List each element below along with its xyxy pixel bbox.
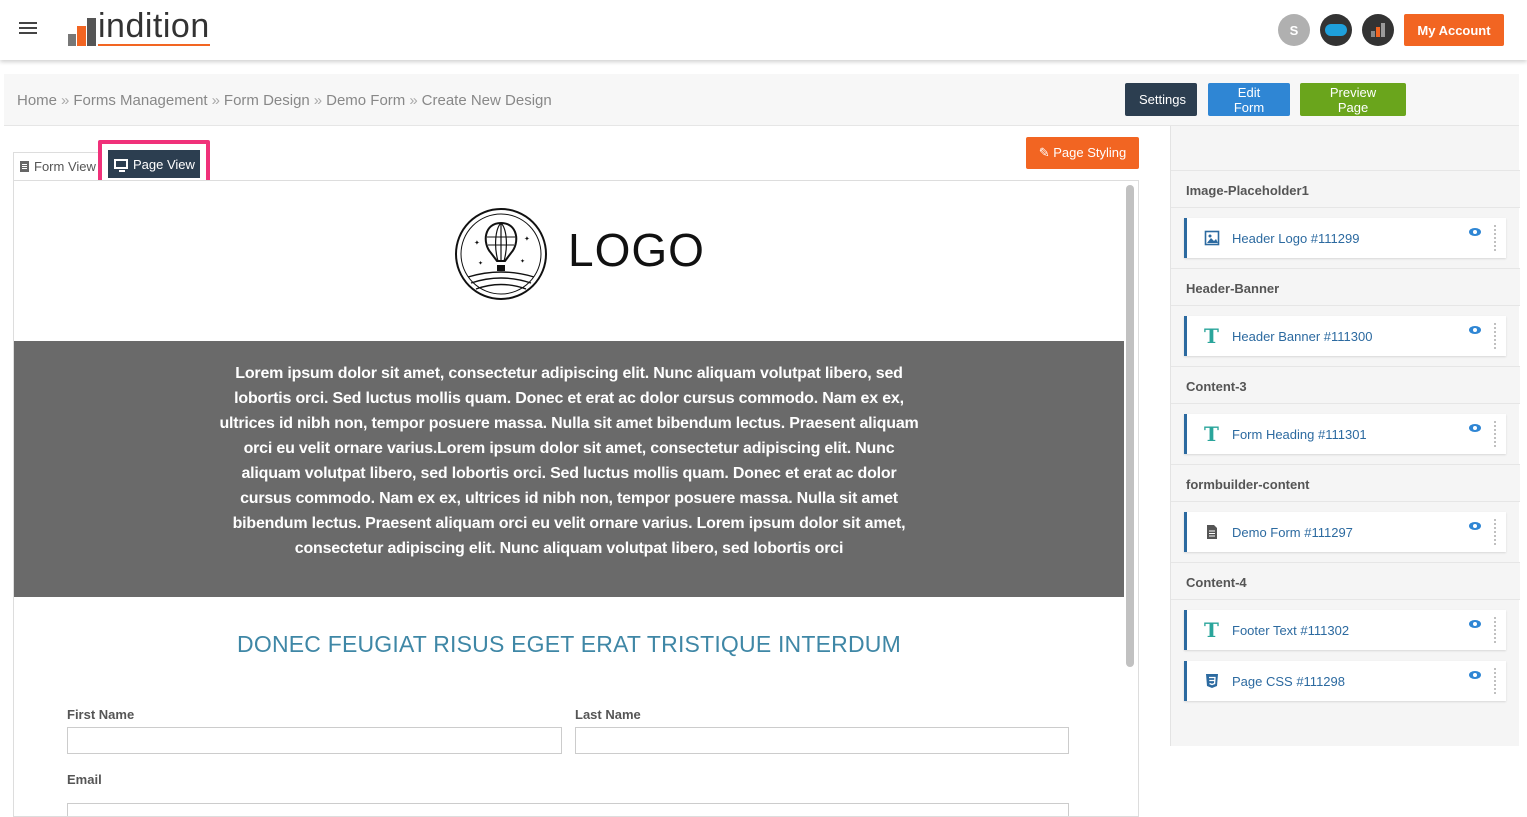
sidebar-item-form-heading[interactable]: T Form Heading #111301 [1184, 414, 1506, 454]
header-logo-block[interactable]: ✦ ✦ ✦ ✦ LOGO [14, 181, 1124, 341]
sidebar-item-header-banner[interactable]: T Header Banner #111300 [1184, 316, 1506, 356]
image-icon [1204, 230, 1220, 246]
preview-scrollbar[interactable] [1126, 185, 1134, 667]
monitor-icon [114, 159, 128, 172]
text-icon: T [1204, 422, 1219, 446]
sidebar-item-footer-text[interactable]: T Footer Text #111302 [1184, 610, 1506, 650]
banner-text: Lorem ipsum dolor sit amet, consectetur … [219, 365, 919, 557]
page-preview-canvas[interactable]: ✦ ✦ ✦ ✦ LOGO Lorem ipsum dolor sit amet,… [13, 180, 1139, 817]
svg-text:✦: ✦ [520, 258, 525, 265]
svg-text:✦: ✦ [478, 260, 483, 267]
css3-icon [1206, 674, 1218, 688]
hamburger-menu-icon[interactable] [19, 22, 37, 36]
svg-text:✦: ✦ [524, 235, 530, 243]
email-input[interactable] [67, 803, 1069, 816]
group-content-4: Content-4 [1171, 562, 1520, 600]
eye-icon[interactable] [1469, 326, 1481, 334]
design-workspace: Form View Page View ✎ Page Styling ✦ ✦ ✦… [4, 126, 1139, 817]
sidebar-item-demo-form[interactable]: Demo Form #111297 [1184, 512, 1506, 552]
eye-icon[interactable] [1469, 671, 1481, 679]
drag-handle-icon[interactable] [1493, 224, 1497, 252]
breadcrumb-bar: Home» Forms Management» Form Design» Demo F… [4, 74, 1519, 126]
group-header-banner: Header-Banner [1171, 268, 1520, 306]
eye-icon[interactable] [1469, 424, 1481, 432]
edit-form-button[interactable]: Edit Form [1208, 83, 1290, 116]
text-icon: T [1204, 324, 1219, 348]
last-name-label: Last Name [575, 707, 641, 722]
eye-icon[interactable] [1469, 228, 1481, 236]
brand-logo[interactable]: indition [68, 7, 210, 46]
tab-form-view[interactable]: Form View [13, 152, 101, 180]
first-name-input[interactable] [67, 727, 562, 754]
brand-name: indition [98, 7, 210, 46]
last-name-input[interactable] [575, 727, 1069, 754]
svg-text:✦: ✦ [474, 239, 480, 247]
header-banner-block[interactable]: Lorem ipsum dolor sit amet, consectetur … [14, 341, 1124, 597]
sidebar-item-page-css[interactable]: Page CSS #111298 [1184, 661, 1506, 701]
breadcrumb-home[interactable]: Home [17, 92, 57, 109]
document-icon [20, 161, 29, 172]
email-label: Email [67, 772, 102, 787]
group-formbuilder-content: formbuilder-content [1171, 464, 1520, 502]
breadcrumb: Home» Forms Management» Form Design» Demo F… [17, 92, 552, 109]
first-name-label: First Name [67, 707, 135, 722]
salesforce-icon[interactable] [1320, 14, 1352, 46]
preview-page-button[interactable]: Preview Page [1300, 83, 1406, 116]
tab-page-view-label: Page View [133, 156, 195, 172]
breadcrumb-form-design[interactable]: Form Design [224, 92, 310, 109]
sidebar-item-header-logo[interactable]: Header Logo #111299 [1184, 218, 1506, 258]
form-heading[interactable]: DONEC FEUGIAT RISUS EGET ERAT TRISTIQUE … [14, 631, 1124, 658]
pencil-icon: ✎ [1038, 145, 1054, 160]
eye-icon[interactable] [1469, 522, 1481, 530]
brand-mark-icon [68, 18, 96, 46]
page-styling-button[interactable]: ✎ Page Styling [1026, 137, 1139, 169]
drag-handle-icon[interactable] [1493, 420, 1497, 448]
group-image-placeholder1: Image-Placeholder1 [1171, 170, 1520, 208]
indition-icon[interactable] [1362, 14, 1394, 46]
group-content-3: Content-3 [1171, 366, 1520, 404]
breadcrumb-demo-form[interactable]: Demo Form [326, 92, 405, 109]
hot-air-balloon-logo-icon: ✦ ✦ ✦ ✦ [455, 208, 547, 300]
top-navbar: indition S My Account [0, 0, 1527, 60]
tab-form-view-label: Form View [34, 159, 96, 174]
settings-button[interactable]: Settings [1125, 83, 1197, 116]
eye-icon[interactable] [1469, 620, 1481, 628]
logo-text: LOGO [568, 224, 705, 276]
document-icon [1207, 525, 1217, 539]
drag-handle-icon[interactable] [1493, 616, 1497, 644]
drag-handle-icon[interactable] [1493, 322, 1497, 350]
drag-handle-icon[interactable] [1493, 518, 1497, 546]
components-sidebar: Image-Placeholder1 Header Logo #111299 H… [1170, 126, 1520, 746]
drag-handle-icon[interactable] [1493, 667, 1497, 695]
breadcrumb-current: Create New Design [421, 92, 552, 109]
my-account-button[interactable]: My Account [1404, 14, 1504, 46]
text-icon: T [1204, 618, 1219, 642]
shopify-icon[interactable]: S [1278, 14, 1310, 46]
tab-page-view[interactable]: Page View [108, 150, 200, 178]
breadcrumb-forms-management[interactable]: Forms Management [73, 92, 207, 109]
